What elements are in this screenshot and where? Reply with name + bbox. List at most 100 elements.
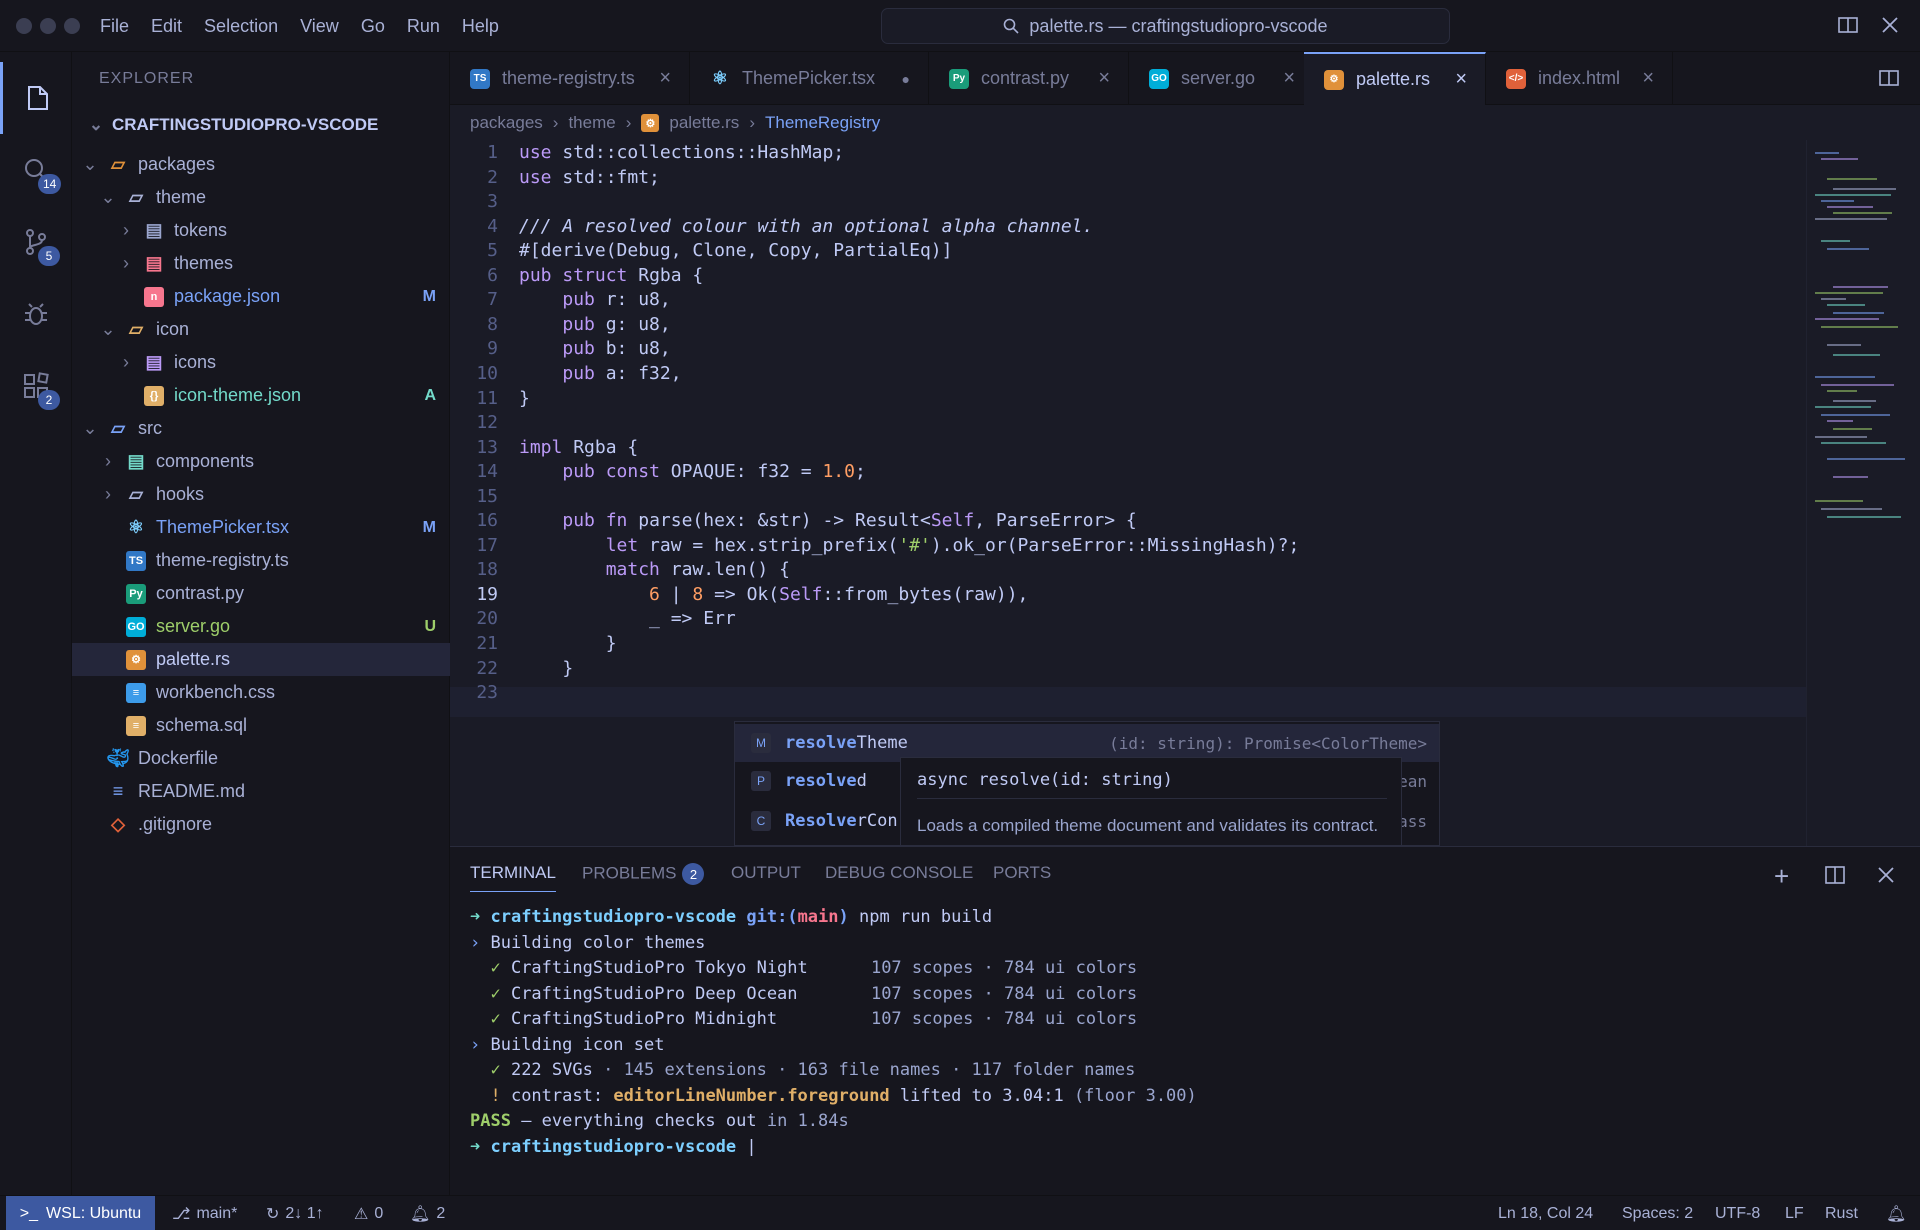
close-icon[interactable]: × (1283, 67, 1295, 90)
tree-item[interactable]: 🐳︎ Dockerfile (72, 742, 450, 775)
tree-item[interactable]: ◇ .gitignore (72, 808, 450, 841)
code-line[interactable]: match raw.len() { (519, 559, 790, 580)
menu-run[interactable]: Run (407, 16, 440, 37)
tab-output[interactable]: OUTPUT (731, 863, 801, 883)
toggle-layout-icon[interactable] (1836, 13, 1862, 39)
code-line[interactable]: } (519, 658, 573, 679)
close-icon[interactable]: × (1455, 68, 1467, 91)
code-line[interactable]: let raw = hex.strip_prefix('#').ok_or(Pa… (519, 535, 1300, 556)
breadcrumb-file[interactable]: palette.rs (669, 113, 739, 133)
code-line[interactable]: _ => Err (519, 608, 736, 629)
menu-edit[interactable]: Edit (151, 16, 182, 37)
encoding-status[interactable]: UTF-8 (1715, 1196, 1760, 1230)
problems-status[interactable]: ⚠ 0 (354, 1196, 383, 1230)
breadcrumb-theme[interactable]: theme (568, 113, 615, 133)
tab-debug-console[interactable]: DEBUG CONSOLE (825, 863, 973, 883)
explorer-activity[interactable] (0, 62, 72, 134)
bell-icon[interactable]: 🔔︎ (1886, 1196, 1906, 1230)
tab-palette[interactable]: ⚙ palette.rs × (1304, 52, 1486, 105)
tree-item[interactable]: ≡ workbench.css (72, 676, 450, 709)
tree-item[interactable]: ⚙ palette.rs (72, 643, 450, 676)
close-icon[interactable]: × (1642, 67, 1654, 90)
breadcrumb-symbol[interactable]: ThemeRegistry (765, 113, 880, 133)
code-line[interactable]: pub fn parse(hex: &str) -> Result<Self, … (519, 510, 1136, 531)
chevron-right-icon[interactable]: › (118, 352, 134, 372)
language-mode[interactable]: Rust (1825, 1196, 1858, 1230)
code-line[interactable]: #[derive(Debug, Clone, Copy, PartialEq)] (519, 240, 952, 261)
unsaved-dot-icon[interactable]: ● (902, 71, 910, 87)
split-terminal-icon[interactable] (1824, 865, 1846, 890)
close-panel-icon[interactable] (1876, 865, 1896, 890)
chevron-down-icon[interactable]: ⌄ (82, 418, 98, 438)
chevron-down-icon[interactable]: ⌄ (100, 187, 116, 207)
minimap[interactable] (1806, 140, 1920, 846)
tree-item[interactable]: ⌄ ▱ src (72, 412, 450, 445)
code-line[interactable]: /// A resolved colour with an optional a… (519, 216, 1093, 237)
command-center[interactable]: palette.rs — craftingstudiopro-vscode (881, 8, 1450, 44)
tree-item[interactable]: › ▤ themes (72, 247, 450, 280)
tab-contrast[interactable]: Py contrast.py × (929, 52, 1129, 105)
chevron-right-icon[interactable]: › (118, 220, 134, 240)
code-line[interactable]: impl Rgba { (519, 437, 638, 458)
window-close-dot[interactable] (16, 18, 32, 34)
code-line[interactable]: pub r: u8, (519, 289, 670, 310)
eol-status[interactable]: LF (1785, 1196, 1804, 1230)
indentation-status[interactable]: Spaces: 2 (1622, 1196, 1693, 1230)
tree-item[interactable]: › ▤ components (72, 445, 450, 478)
breadcrumb-packages[interactable]: packages (470, 113, 543, 133)
code-line[interactable]: pub g: u8, (519, 314, 670, 335)
debug-activity[interactable] (0, 278, 72, 350)
git-branch-status[interactable]: ⎇ main* (172, 1196, 237, 1230)
code-line[interactable]: pub const OPAQUE: f32 = 1.0; (519, 461, 865, 482)
chevron-down-icon[interactable]: ⌄ (100, 319, 116, 339)
tree-item[interactable]: ⚛ ThemePicker.tsx M (72, 511, 450, 544)
tree-item[interactable]: n package.json M (72, 280, 450, 313)
tree-item[interactable]: TS theme-registry.ts (72, 544, 450, 577)
code-line[interactable]: } (519, 633, 617, 654)
tree-item[interactable]: › ▱ hooks (72, 478, 450, 511)
tree-item[interactable]: ≡ schema.sql (72, 709, 450, 742)
tab-index[interactable]: </> index.html × (1486, 52, 1673, 105)
menu-selection[interactable]: Selection (204, 16, 278, 37)
window-maximize-dot[interactable] (64, 18, 80, 34)
tab-themepicker[interactable]: ⚛ ThemePicker.tsx ● (690, 52, 929, 105)
menu-help[interactable]: Help (462, 16, 499, 37)
new-terminal-icon[interactable]: + (1774, 861, 1789, 892)
menu-view[interactable]: View (300, 16, 339, 37)
window-minimize-dot[interactable] (40, 18, 56, 34)
source-control-activity[interactable]: 5 (0, 206, 72, 278)
tab-theme-registry[interactable]: TS theme-registry.ts × (450, 52, 690, 105)
extensions-activity[interactable]: 2 (0, 350, 72, 422)
tree-item[interactable]: ⌄ ▱ packages (72, 148, 450, 181)
chevron-down-icon[interactable]: ⌄ (82, 154, 98, 174)
cursor-position[interactable]: Ln 18, Col 24 (1498, 1196, 1593, 1230)
sync-status[interactable]: ↻ 2↓ 1↑ (266, 1196, 324, 1230)
tree-item[interactable]: › ▤ icons (72, 346, 450, 379)
chevron-right-icon[interactable]: › (100, 451, 116, 471)
tree-item[interactable]: ⌄ ▱ icon (72, 313, 450, 346)
tab-problems[interactable]: PROBLEMS 2 (582, 863, 705, 885)
notifications-status[interactable]: 🔔︎ 2 (410, 1196, 445, 1230)
tree-item[interactable]: ≡ README.md (72, 775, 450, 808)
search-activity[interactable]: 14 (0, 134, 72, 206)
code-line[interactable]: use std::fmt; (519, 167, 660, 188)
menu-go[interactable]: Go (361, 16, 385, 37)
code-line[interactable]: pub b: u8, (519, 338, 670, 359)
tab-terminal[interactable]: TERMINAL (470, 863, 556, 892)
tree-item[interactable]: ⌄ ▱ theme (72, 181, 450, 214)
code-line[interactable]: pub struct Rgba { (519, 265, 703, 286)
tree-item[interactable]: › ▤ tokens (72, 214, 450, 247)
close-icon[interactable]: × (659, 67, 671, 90)
tab-server[interactable]: GO server.go × (1129, 52, 1314, 105)
code-line[interactable]: use std::collections::HashMap; (519, 142, 844, 163)
remote-indicator[interactable]: >_ WSL: Ubuntu (6, 1196, 155, 1230)
code-line[interactable]: 6 | 8 => Ok(Self::from_bytes(raw)), (519, 584, 1028, 605)
tree-item[interactable]: Py contrast.py (72, 577, 450, 610)
code-line[interactable]: } (519, 388, 530, 409)
workspace-root[interactable]: ⌄ CRAFTINGSTUDIOPRO-VSCODE (72, 108, 450, 142)
code-line[interactable]: pub a: f32, (519, 363, 681, 384)
tab-ports[interactable]: PORTS (993, 863, 1051, 883)
close-icon[interactable]: × (1098, 67, 1110, 90)
close-window-icon[interactable] (1878, 13, 1904, 39)
chevron-right-icon[interactable]: › (118, 253, 134, 273)
